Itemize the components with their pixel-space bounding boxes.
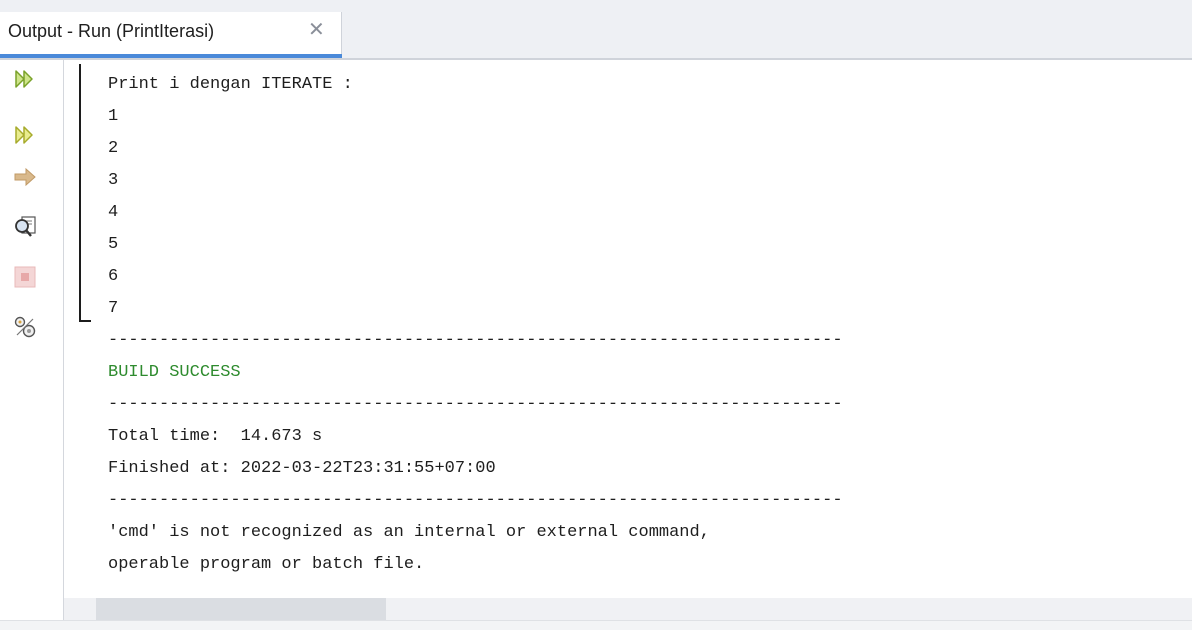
scrollbar-thumb[interactable] (96, 598, 386, 620)
build-success-status: BUILD SUCCESS (108, 363, 241, 382)
console-line: 2 (108, 139, 119, 158)
console-line: 5 (108, 235, 119, 254)
console-line: 3 (108, 171, 119, 190)
fold-line (79, 64, 81, 322)
rerun-with-goals-icon (15, 126, 33, 144)
inspect-icon (15, 216, 36, 237)
stop-button[interactable] (12, 264, 38, 290)
console-line: 6 (108, 267, 119, 286)
tab-output-run[interactable]: Output - Run (PrintIterasi) ✕ (0, 12, 342, 58)
resume-button[interactable] (12, 164, 38, 190)
console-line: Print i dengan ITERATE : (108, 75, 353, 94)
stop-icon (14, 266, 36, 288)
console-output[interactable]: Print i dengan ITERATE : 1 2 3 4 5 6 7 -… (108, 64, 1178, 598)
finished-at: Finished at: 2022-03-22T23:31:55+07:00 (108, 459, 496, 478)
error-message: 'cmd' is not recognized as an internal o… (108, 523, 710, 542)
rerun-with-goals-button[interactable] (12, 122, 38, 148)
separator-line: ----------------------------------------… (108, 395, 843, 414)
tab-bar: Output - Run (PrintIterasi) ✕ (0, 0, 1192, 60)
tab-label: Output - Run (PrintIterasi) (8, 21, 215, 41)
output-window: Output - Run (PrintIterasi) ✕ Print i de… (0, 0, 1192, 630)
rerun-button[interactable] (12, 66, 38, 92)
fold-line-end (79, 320, 91, 322)
settings-button[interactable] (12, 314, 38, 340)
console-line: 4 (108, 203, 119, 222)
rerun-icon (15, 70, 33, 88)
separator-line: ----------------------------------------… (108, 331, 843, 350)
resume-arrow-icon (14, 167, 36, 187)
error-message: operable program or batch file. (108, 555, 425, 574)
console-line: 1 (108, 107, 119, 126)
total-time: Total time: 14.673 s (108, 427, 323, 446)
horizontal-scrollbar[interactable] (64, 598, 1192, 620)
settings-icon (14, 316, 36, 338)
status-strip (0, 620, 1192, 630)
separator-line: ----------------------------------------… (108, 491, 843, 510)
inspect-button[interactable] (12, 214, 38, 240)
console-line: 7 (108, 299, 119, 318)
close-icon[interactable]: ✕ (308, 20, 325, 40)
output-toolbar (0, 60, 64, 620)
tab-bar-divider (0, 58, 1192, 60)
